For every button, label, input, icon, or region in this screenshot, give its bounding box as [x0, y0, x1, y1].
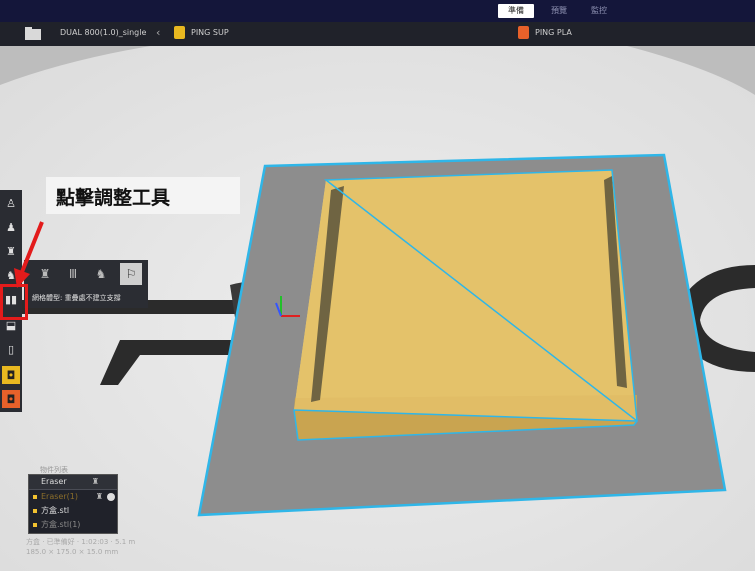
- annotation-highlight-box: [0, 284, 28, 320]
- status-line-2: 185.0 × 175.0 × 15.0 mm: [26, 548, 119, 556]
- move-tool-button[interactable]: ♙: [2, 194, 20, 212]
- extruder-yellow-icon: ◘: [6, 368, 16, 382]
- tab-monitor[interactable]: 監控: [584, 4, 614, 18]
- visibility-icon[interactable]: [107, 493, 115, 501]
- object-list: Eraser ♜ Eraser(1) ♜ 方盒.stl 方盒.stl(1): [28, 474, 118, 534]
- cylinder-icon: ▯: [7, 342, 15, 356]
- status-line-1: 方盒 · 已準備好 · 1:02:03 · 5.1 m: [26, 538, 136, 546]
- delete-tool-button[interactable]: ▯: [2, 340, 20, 358]
- callout-text: 點擊調整工具: [56, 187, 171, 209]
- list-item[interactable]: 方盒.stl: [29, 504, 117, 518]
- support-material-select[interactable]: PING SUP: [191, 28, 229, 37]
- annotation-callout: 點擊調整工具: [46, 177, 240, 214]
- lay-flat-icon: ⬓: [5, 318, 17, 332]
- list-item[interactable]: 方盒.stl(1): [29, 518, 117, 532]
- open-file-button[interactable]: [22, 25, 46, 43]
- tab-prepare[interactable]: 準備: [498, 4, 534, 18]
- printer-select[interactable]: DUAL 800(1.0)_single: [60, 28, 146, 37]
- pla-extruder-button[interactable]: ◘: [2, 390, 20, 408]
- chevron-left-icon[interactable]: ‹: [156, 26, 160, 39]
- support-type-infill-button[interactable]: Ⅲ: [62, 263, 84, 285]
- pla-material-select[interactable]: PING PLA: [535, 28, 572, 37]
- tab-preview[interactable]: 預覽: [544, 4, 574, 18]
- list-item[interactable]: Eraser(1) ♜: [29, 490, 117, 504]
- mesh-blocker-icon: ⚐: [125, 267, 137, 281]
- build-viewport[interactable]: 準備 預覽 監控 DUAL 800(1.0)_single ‹ PING SUP…: [0, 0, 755, 571]
- printer-toolbar: DUAL 800(1.0)_single ‹ PING SUP PING PLA: [0, 22, 755, 46]
- move-icon: ♙: [6, 196, 16, 210]
- support-material-icon: [174, 26, 185, 39]
- support-icon: ♜: [95, 492, 103, 501]
- folder-icon: [25, 27, 41, 40]
- support-type-blocker-button[interactable]: ⚐: [120, 263, 142, 285]
- mesh-infill-icon: Ⅲ: [68, 267, 78, 281]
- object-list-header[interactable]: Eraser ♜: [29, 475, 117, 490]
- support-extruder-button[interactable]: ◘: [2, 366, 20, 384]
- mesh-cutting-icon: ♞: [95, 267, 107, 281]
- extruder-orange-icon: ◘: [6, 392, 16, 406]
- pla-material-icon: [518, 26, 529, 39]
- top-bar: 準備 預覽 監控: [0, 0, 755, 22]
- support-type-cutting-button[interactable]: ♞: [90, 263, 112, 285]
- support-icon: ♜: [91, 477, 99, 486]
